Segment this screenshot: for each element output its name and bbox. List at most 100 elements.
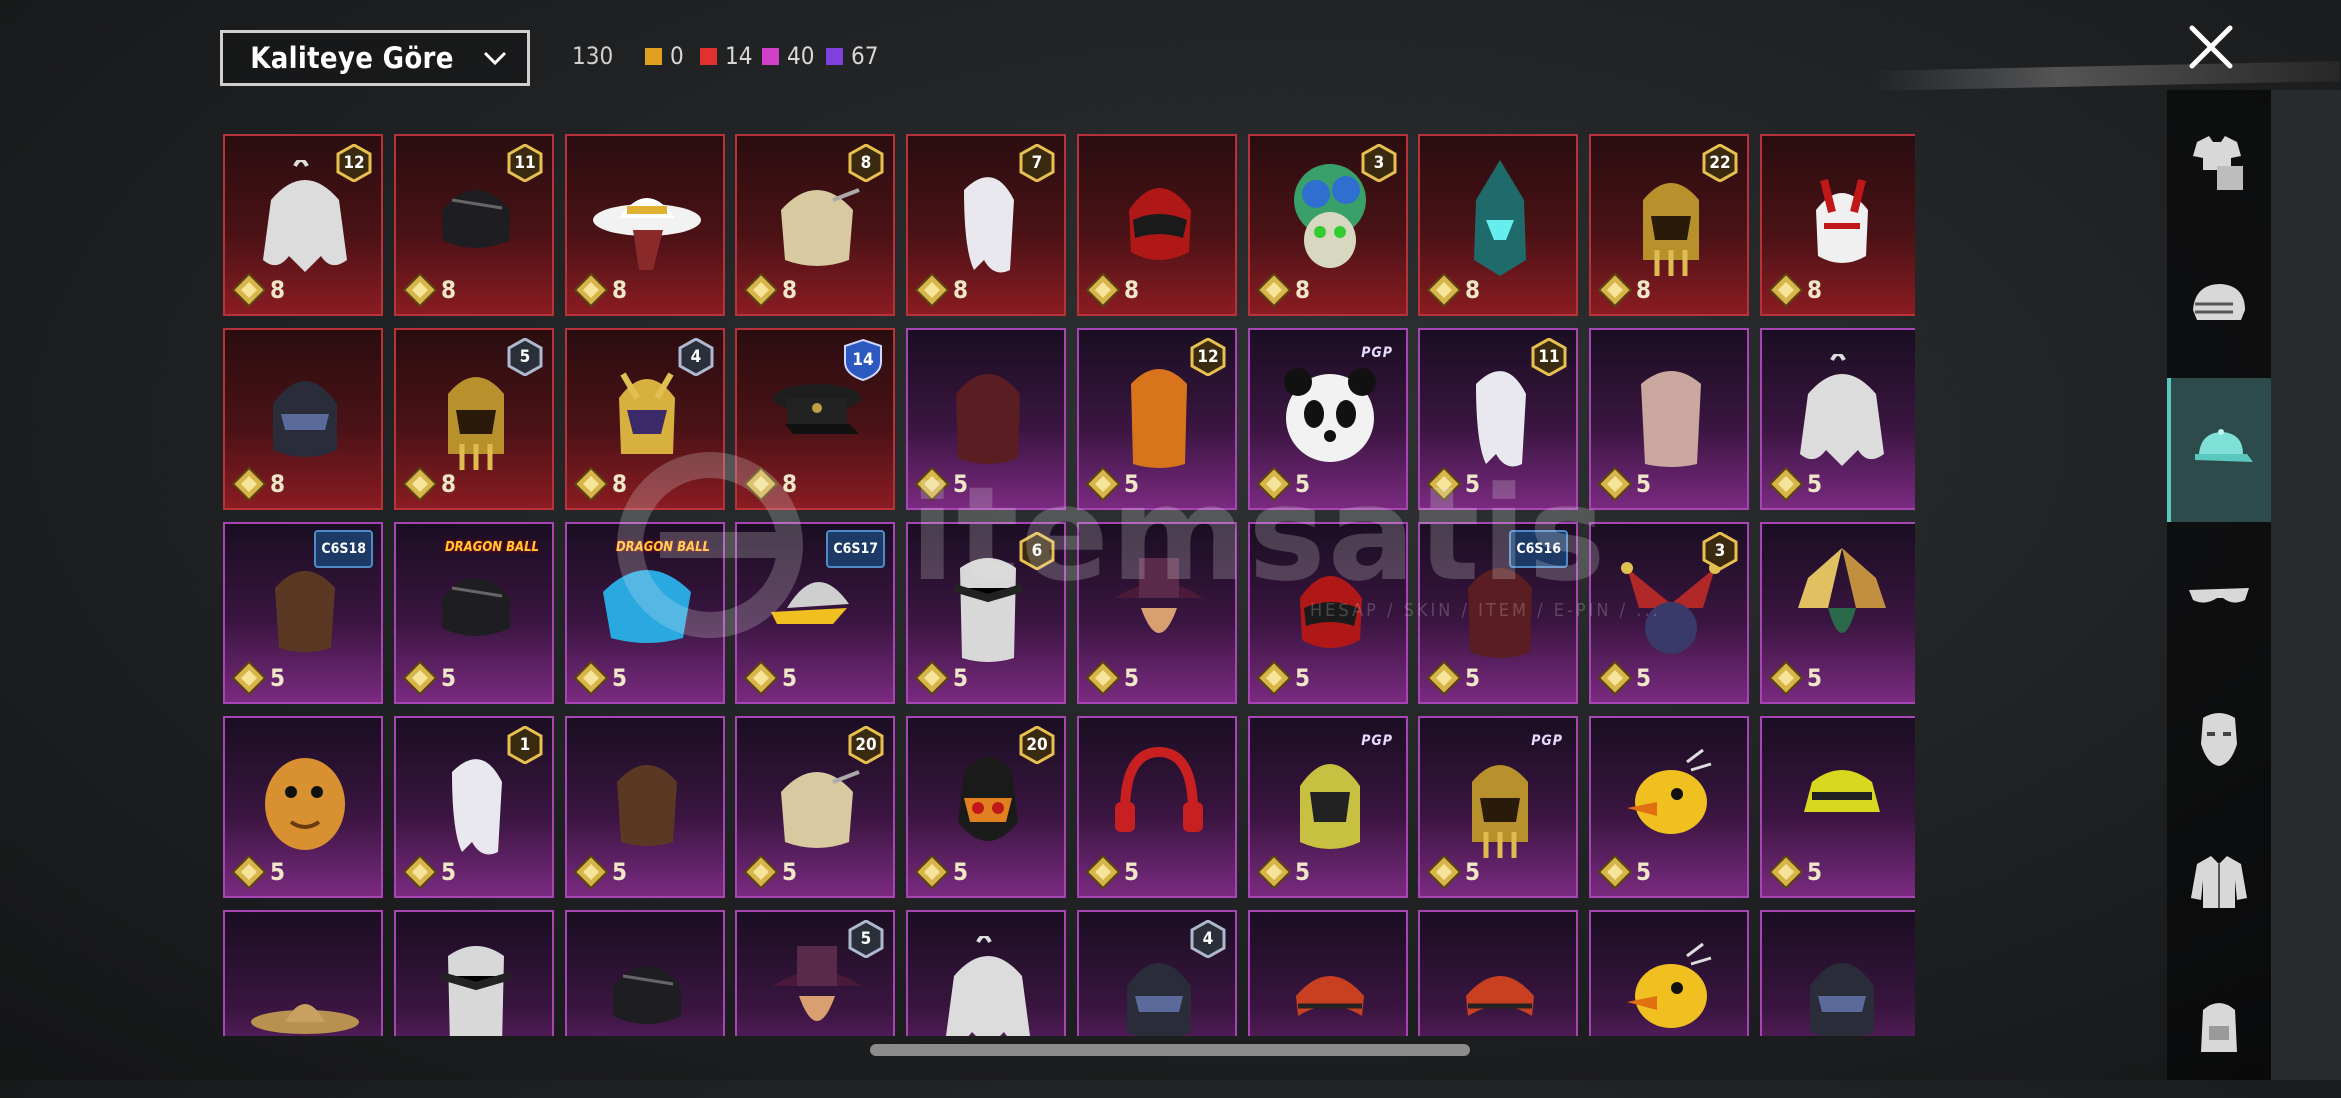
cap-icon: [2195, 429, 2253, 462]
inventory-item[interactable]: 5: [1589, 328, 1749, 510]
inventory-item[interactable]: 83: [1248, 134, 1408, 316]
tab-mask[interactable]: [2167, 666, 2271, 810]
inventory-item[interactable]: [394, 910, 554, 1036]
item-hair-black-icon: [613, 966, 681, 1024]
sort-dropdown[interactable]: Kaliteye Göre: [220, 30, 530, 86]
quality-indicator: 8: [1085, 272, 1139, 308]
quality-indicator: 5: [914, 854, 968, 890]
tab-cap[interactable]: [2167, 378, 2271, 522]
quality-gem-icon: [402, 854, 438, 890]
tab-helmet[interactable]: [2167, 234, 2271, 378]
inventory-item[interactable]: 8: [565, 134, 725, 316]
quality-gem-icon: [1768, 466, 1804, 502]
quality-gem-icon: [1426, 854, 1462, 890]
inventory-item[interactable]: 5: [1077, 716, 1237, 898]
inventory-item[interactable]: [1589, 910, 1749, 1036]
inventory-item[interactable]: 5 DRAGON BALL: [394, 522, 554, 704]
tab-outfit[interactable]: [2167, 90, 2271, 234]
inventory-item[interactable]: 8 22: [1589, 134, 1749, 316]
quality-indicator: 8: [402, 466, 456, 502]
quality-indicator: 5: [1256, 660, 1310, 696]
inventory-item[interactable]: 5: [1589, 716, 1749, 898]
inventory-item[interactable]: 84: [565, 328, 725, 510]
quality-value: 5: [1807, 858, 1823, 886]
inventory-item[interactable]: 56: [906, 522, 1066, 704]
inventory-item[interactable]: [1418, 910, 1578, 1036]
tab-jacket[interactable]: [2167, 810, 2271, 954]
inventory-item[interactable]: 5: [1248, 522, 1408, 704]
inventory-item[interactable]: [1248, 910, 1408, 1036]
inventory-item[interactable]: 53: [1589, 522, 1749, 704]
level-badge-number: 22: [1709, 153, 1731, 173]
quality-value: 8: [1465, 276, 1481, 304]
quality-gem-icon: [1256, 660, 1292, 696]
quality-indicator: 5: [1085, 466, 1139, 502]
inventory-item[interactable]: 87: [906, 134, 1066, 316]
event-logo-tag: PGP: [1361, 733, 1393, 749]
inventory-item[interactable]: [223, 910, 383, 1036]
inventory-item[interactable]: 5 PGP: [1418, 716, 1578, 898]
quality-value: 5: [1295, 470, 1311, 498]
quality-value: 5: [1124, 858, 1140, 886]
inventory-item[interactable]: [1760, 910, 1915, 1036]
item-bucket-hat-icon: [1804, 770, 1880, 812]
inventory-item[interactable]: 5 DRAGON BALL: [565, 522, 725, 704]
inventory-item[interactable]: 5 C6S18: [223, 522, 383, 704]
level-badge: 7: [1018, 143, 1056, 183]
inventory-item[interactable]: 5 12: [1077, 328, 1237, 510]
item-helmet-red-icon: [1129, 188, 1191, 260]
inventory-item[interactable]: 5: [223, 716, 383, 898]
season-tag: C6S17: [826, 530, 885, 568]
inventory-item[interactable]: 5: [1760, 716, 1915, 898]
inventory-item[interactable]: 5: [1077, 522, 1237, 704]
inventory-item[interactable]: 8: [223, 328, 383, 510]
inventory-item[interactable]: 5 C6S16: [1418, 522, 1578, 704]
inventory-item[interactable]: 5 20: [906, 716, 1066, 898]
inventory-item[interactable]: 51: [394, 716, 554, 898]
level-badge: 20: [1018, 725, 1056, 765]
quality-value: 8: [1636, 276, 1652, 304]
quality-gem-icon: [1085, 660, 1121, 696]
quality-indicator: 5: [1426, 466, 1480, 502]
tab-backpack[interactable]: [2167, 954, 2271, 1098]
level-badge-number: 11: [514, 153, 536, 173]
tab-glasses[interactable]: [2167, 522, 2271, 666]
quality-value: 8: [782, 276, 798, 304]
quality-gem-icon: [573, 466, 609, 502]
inventory-item[interactable]: 8 14: [735, 328, 895, 510]
quality-gem-icon: [1597, 660, 1633, 696]
item-hair-white-icon: [946, 936, 1030, 1036]
inventory-item[interactable]: 5: [565, 716, 725, 898]
inventory-item[interactable]: 85: [394, 328, 554, 510]
inventory-item[interactable]: 5: [1760, 522, 1915, 704]
inventory-item[interactable]: 5: [906, 328, 1066, 510]
inventory-item[interactable]: 8 11: [394, 134, 554, 316]
inventory-item[interactable]: 5: [735, 910, 895, 1036]
inventory-item[interactable]: 5 11: [1418, 328, 1578, 510]
inventory-item[interactable]: [565, 910, 725, 1036]
inventory-item[interactable]: 5 20: [735, 716, 895, 898]
quality-value: 8: [1295, 276, 1311, 304]
item-hair-black-icon: [442, 578, 510, 636]
inventory-item[interactable]: 4: [1077, 910, 1237, 1036]
home-indicator[interactable]: [870, 1044, 1470, 1056]
quality-gem-icon: [1597, 272, 1633, 308]
quality-indicator: 8: [573, 272, 627, 308]
inventory-item[interactable]: 5 PGP: [1248, 716, 1408, 898]
top-bar: Kaliteye Göre 130 0 14 40 67: [0, 0, 2341, 120]
inventory-item[interactable]: [906, 910, 1066, 1036]
close-icon[interactable]: [2186, 22, 2236, 72]
mask-icon: [2201, 713, 2237, 766]
inventory-item[interactable]: 8: [1760, 134, 1915, 316]
quality-indicator: 8: [1426, 272, 1480, 308]
quality-indicator: 5: [1426, 660, 1480, 696]
inventory-item[interactable]: 8: [1077, 134, 1237, 316]
inventory-item[interactable]: 8 12: [223, 134, 383, 316]
sort-dropdown-label: Kaliteye Göre: [250, 41, 454, 75]
inventory-item[interactable]: 88: [735, 134, 895, 316]
inventory-item[interactable]: 5: [1760, 328, 1915, 510]
event-logo-tag: PGP: [1361, 345, 1393, 361]
inventory-item[interactable]: 5 PGP: [1248, 328, 1408, 510]
inventory-item[interactable]: 8: [1418, 134, 1578, 316]
inventory-item[interactable]: 5 C6S17: [735, 522, 895, 704]
